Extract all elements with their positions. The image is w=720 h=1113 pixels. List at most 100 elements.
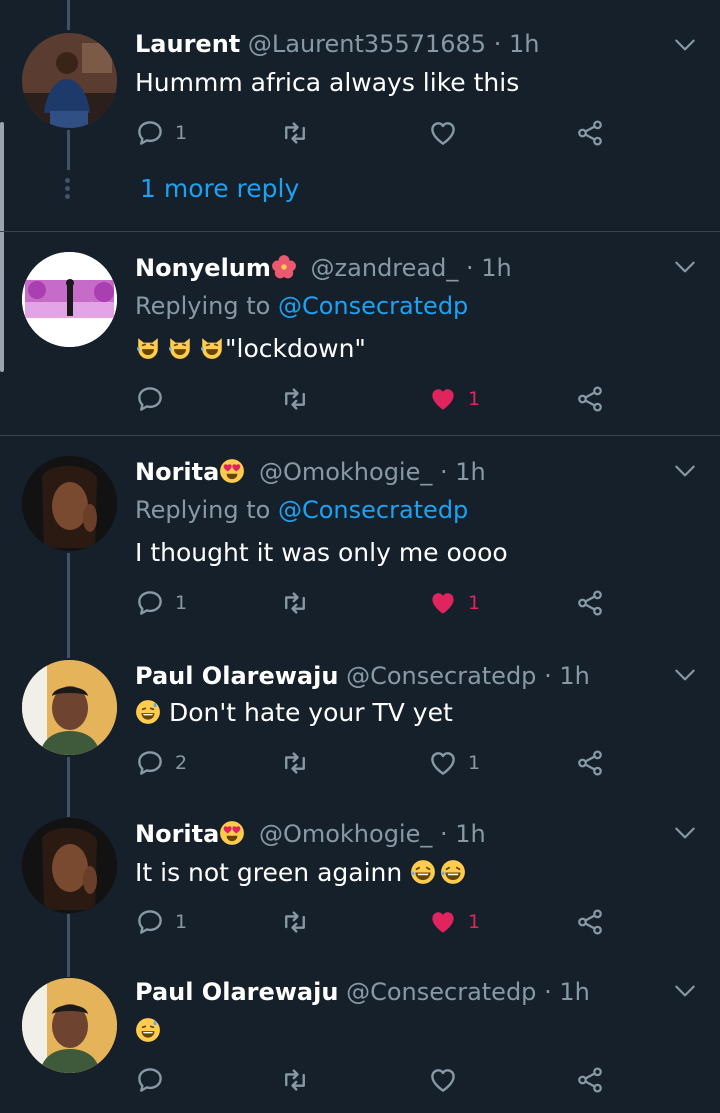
retweet-icon bbox=[280, 907, 310, 937]
author-name[interactable]: Laurent bbox=[135, 30, 240, 58]
share-icon bbox=[575, 1065, 605, 1095]
tweet-text: Don't hate your TV yet bbox=[135, 698, 453, 727]
tweet-text: Hummm africa always like this bbox=[135, 68, 520, 97]
chevron-down-icon[interactable] bbox=[672, 820, 698, 846]
like-button[interactable]: 1 bbox=[428, 905, 480, 939]
retweet-icon bbox=[280, 588, 310, 618]
share-button[interactable] bbox=[575, 746, 605, 780]
hibiscus-icon bbox=[271, 254, 297, 280]
tweet-actions: 1 1 bbox=[135, 586, 615, 620]
tweet-time: · 1h bbox=[493, 30, 540, 58]
retweet-icon bbox=[280, 118, 310, 148]
chevron-down-icon[interactable] bbox=[672, 32, 698, 58]
more-replies-link[interactable]: 1 more reply bbox=[140, 174, 299, 203]
heart-eyes-icon bbox=[219, 820, 245, 846]
heart-eyes-icon bbox=[219, 458, 245, 484]
author-handle[interactable]: @zandread_ bbox=[311, 254, 459, 282]
retweet-button[interactable] bbox=[280, 586, 310, 620]
avatar[interactable] bbox=[22, 252, 117, 347]
tweet[interactable]: Laurent @Laurent35571685 · 1h Hummm afri… bbox=[0, 0, 720, 230]
tweet[interactable]: Norita @Omokhogie_ · 1h It is not green … bbox=[0, 800, 720, 960]
author-handle[interactable]: @Omokhogie_ bbox=[259, 820, 432, 848]
author-name[interactable]: Nonyelum bbox=[135, 254, 271, 282]
joy-emoji bbox=[410, 859, 436, 885]
retweet-button[interactable] bbox=[280, 116, 310, 150]
avatar[interactable] bbox=[22, 978, 117, 1073]
share-button[interactable] bbox=[575, 905, 605, 939]
reply-count: 1 bbox=[175, 592, 188, 614]
retweet-button[interactable] bbox=[280, 1063, 310, 1097]
sweat-smile-emoji bbox=[135, 699, 161, 725]
chevron-down-icon[interactable] bbox=[672, 662, 698, 688]
author-handle[interactable]: @Consecratedp bbox=[346, 978, 536, 1006]
heart-filled-icon bbox=[428, 384, 458, 414]
share-icon bbox=[575, 118, 605, 148]
author-handle[interactable]: @Laurent35571685 bbox=[248, 30, 486, 58]
tweet-text: "lockdown" bbox=[135, 334, 366, 363]
avatar[interactable] bbox=[22, 33, 117, 128]
reply-button[interactable]: 1 bbox=[135, 116, 187, 150]
mention-link[interactable]: @Consecratedp bbox=[278, 292, 468, 320]
tweet[interactable]: Paul Olarewaju @Consecratedp · 1h Don't … bbox=[0, 640, 720, 800]
like-button[interactable] bbox=[428, 1063, 458, 1097]
tweet-text-content: "lockdown" bbox=[225, 334, 366, 363]
retweet-icon bbox=[280, 748, 310, 778]
tweet-header: Norita @Omokhogie_ · 1h bbox=[135, 458, 486, 486]
reply-icon bbox=[135, 118, 165, 148]
joy-cat-emoji bbox=[135, 335, 161, 361]
joy-cat-emoji bbox=[199, 335, 225, 361]
tweet-actions: 1 1 bbox=[135, 905, 615, 939]
like-button[interactable]: 1 bbox=[428, 746, 480, 780]
tweet-actions: 2 1 bbox=[135, 746, 615, 780]
chevron-down-icon[interactable] bbox=[672, 978, 698, 1004]
like-button[interactable]: 1 bbox=[428, 382, 480, 416]
share-icon bbox=[575, 748, 605, 778]
retweet-button[interactable] bbox=[280, 382, 310, 416]
author-name[interactable]: Norita bbox=[135, 820, 219, 848]
retweet-button[interactable] bbox=[280, 746, 310, 780]
author-handle[interactable]: @Consecratedp bbox=[346, 662, 536, 690]
tweet[interactable]: Paul Olarewaju @Consecratedp · 1h bbox=[0, 960, 720, 1113]
avatar[interactable] bbox=[22, 456, 117, 551]
share-icon bbox=[575, 588, 605, 618]
chevron-down-icon[interactable] bbox=[672, 458, 698, 484]
reply-icon bbox=[135, 907, 165, 937]
reply-button[interactable]: 1 bbox=[135, 905, 187, 939]
reply-button[interactable]: 2 bbox=[135, 746, 187, 780]
share-button[interactable] bbox=[575, 382, 605, 416]
author-name[interactable]: Paul Olarewaju bbox=[135, 662, 338, 690]
reply-button[interactable]: 1 bbox=[135, 586, 187, 620]
share-button[interactable] bbox=[575, 1063, 605, 1097]
retweet-button[interactable] bbox=[280, 905, 310, 939]
share-button[interactable] bbox=[575, 586, 605, 620]
avatar-photo bbox=[22, 456, 117, 551]
avatar[interactable] bbox=[22, 660, 117, 755]
tweet-header: Nonyelum @zandread_ · 1h bbox=[135, 254, 512, 282]
author-name[interactable]: Norita bbox=[135, 458, 219, 486]
tweet[interactable]: Nonyelum @zandread_ · 1h Replying to @Co… bbox=[0, 232, 720, 434]
replying-to: Replying to @Consecratedp bbox=[135, 292, 468, 320]
tweet-text-content: It is not green againn bbox=[135, 858, 403, 887]
chevron-down-icon[interactable] bbox=[672, 254, 698, 280]
share-icon bbox=[575, 907, 605, 937]
author-name[interactable]: Paul Olarewaju bbox=[135, 978, 338, 1006]
share-button[interactable] bbox=[575, 116, 605, 150]
reply-button[interactable] bbox=[135, 382, 165, 416]
tweet-actions: 1 bbox=[135, 382, 615, 416]
tweet-text bbox=[135, 1016, 161, 1045]
heart-filled-icon bbox=[428, 588, 458, 618]
tweet-header: Paul Olarewaju @Consecratedp · 1h bbox=[135, 978, 590, 1006]
tweet-actions bbox=[135, 1063, 615, 1097]
reply-icon bbox=[135, 748, 165, 778]
reply-count: 2 bbox=[175, 752, 188, 774]
avatar-photo bbox=[22, 978, 117, 1073]
like-count: 1 bbox=[468, 752, 481, 774]
reply-button[interactable] bbox=[135, 1063, 165, 1097]
avatar[interactable] bbox=[22, 818, 117, 913]
like-button[interactable]: 1 bbox=[428, 586, 480, 620]
tweet-time: · 1h bbox=[544, 978, 590, 1006]
like-button[interactable] bbox=[428, 116, 458, 150]
author-handle[interactable]: @Omokhogie_ bbox=[259, 458, 432, 486]
mention-link[interactable]: @Consecratedp bbox=[278, 496, 468, 524]
tweet[interactable]: Norita @Omokhogie_ · 1h Replying to @Con… bbox=[0, 436, 720, 636]
